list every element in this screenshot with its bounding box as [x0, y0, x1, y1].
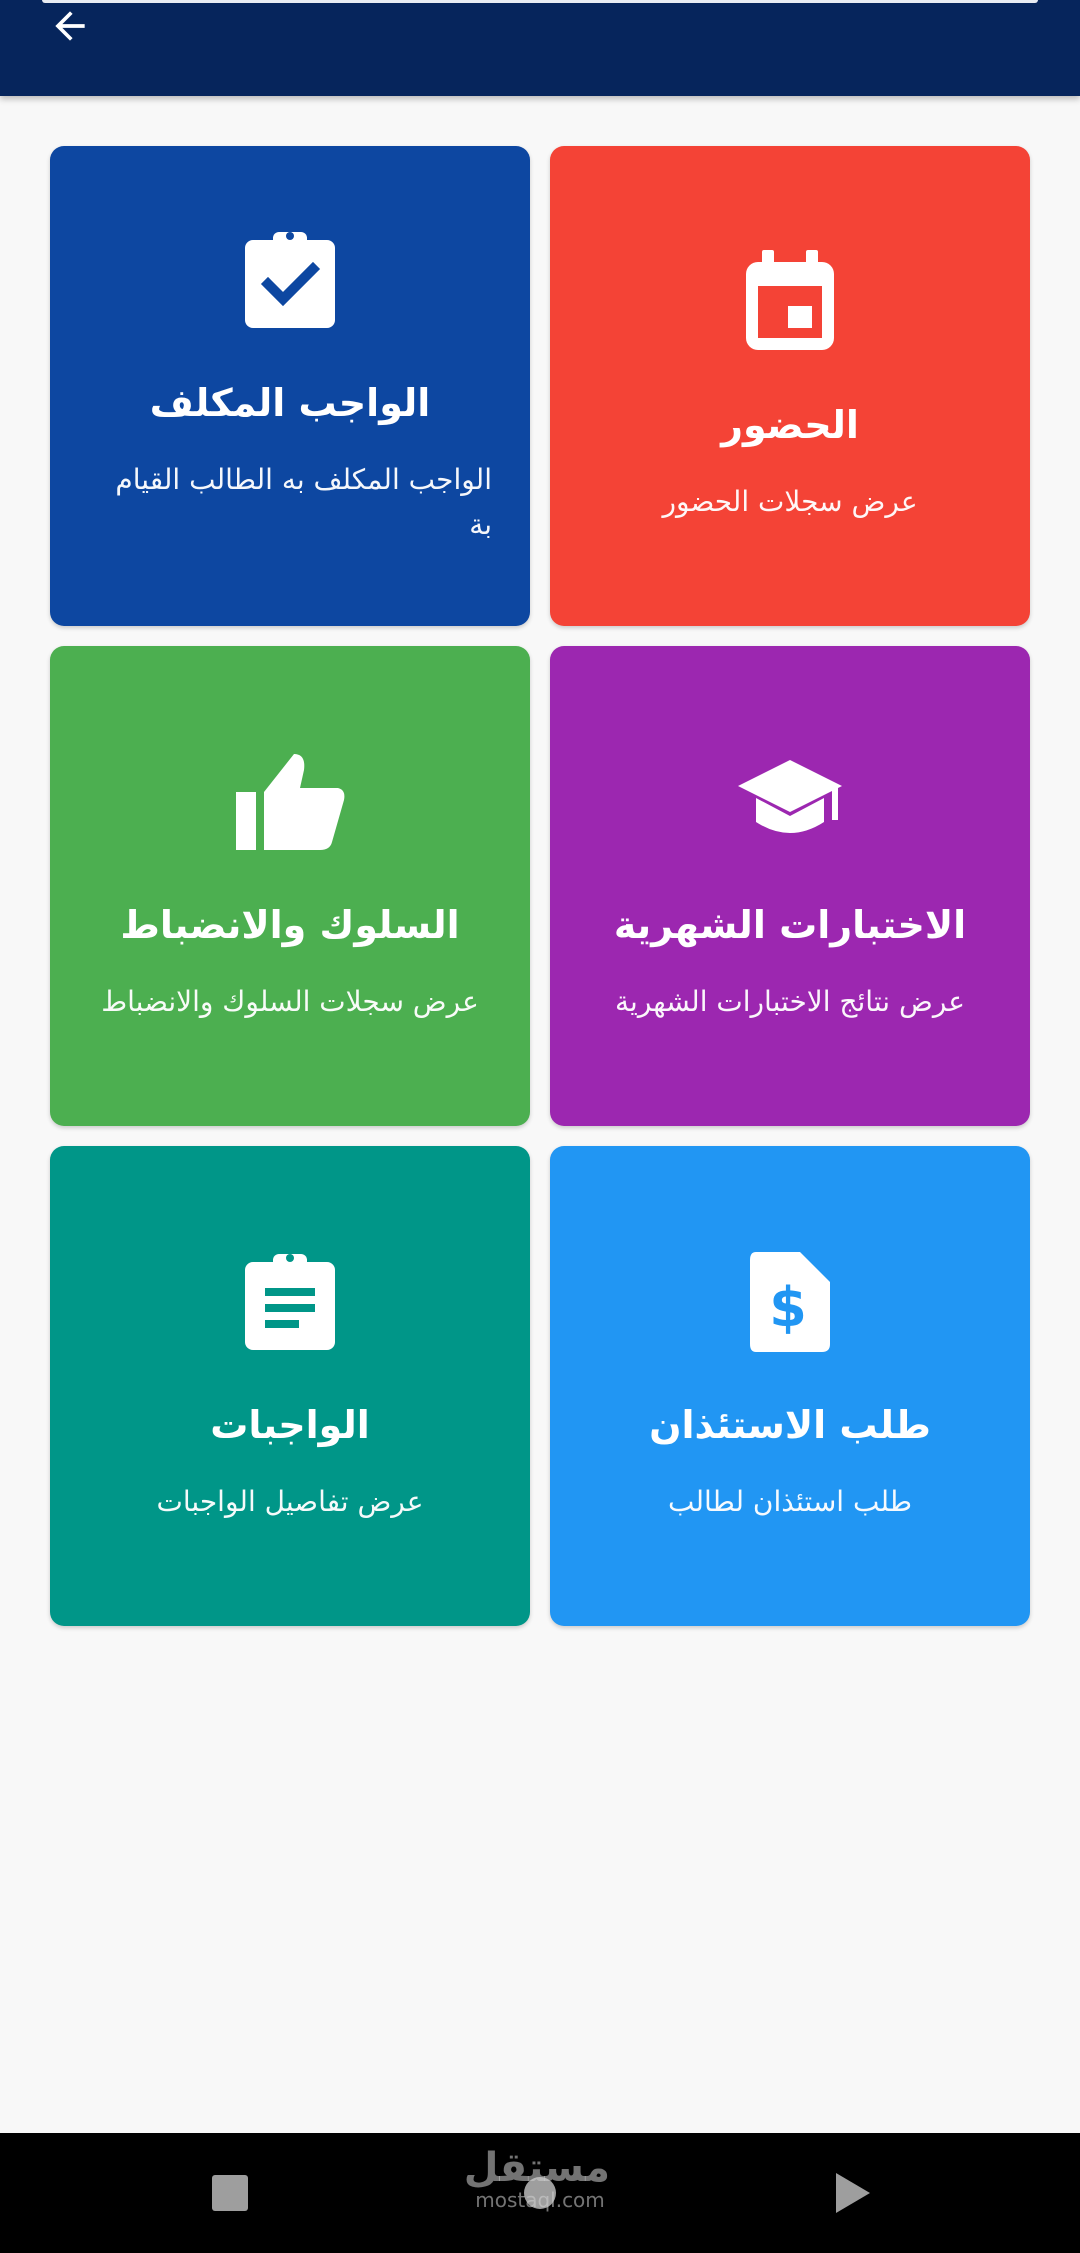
dollar-document-icon: $: [748, 1247, 832, 1357]
graduation-cap-icon: [734, 747, 846, 857]
card-subtitle: طلب استئذان لطالب: [667, 1485, 913, 1519]
card-title: طلب الاستئذان: [649, 1402, 931, 1447]
menu-grid: الحضور عرض سجلات الحضور الواجب المكلف ال…: [50, 146, 1030, 1626]
attendance-card[interactable]: الحضور عرض سجلات الحضور: [550, 146, 1030, 626]
clipboard-text-icon: [243, 1247, 337, 1357]
back-button[interactable]: [40, 0, 100, 52]
calendar-icon: [742, 247, 838, 357]
monthly-exams-card[interactable]: الاختبارات الشهرية عرض نتائج الاختبارات …: [550, 646, 1030, 1126]
assigned-homework-card[interactable]: الواجب المكلف الواجب المكلف به الطالب ال…: [50, 146, 530, 626]
clipboard-check-icon: [243, 225, 337, 335]
top-divider: [42, 0, 1038, 3]
card-subtitle: عرض نتائج الاختبارات الشهرية: [615, 985, 965, 1019]
homework-card[interactable]: الواجبات عرض تفاصيل الواجبات: [50, 1146, 530, 1626]
card-subtitle: الواجب المكلف به الطالب القيام بة: [115, 462, 492, 541]
thumbs-up-icon: [234, 747, 346, 857]
triangle-icon: [836, 2173, 870, 2213]
watermark-latin: mostaql.com: [475, 2188, 605, 2212]
arrow-back-icon: [55, 11, 85, 41]
back-nav-button[interactable]: [832, 2171, 872, 2219]
card-subtitle: عرض سجلات السلوك والانضباط: [101, 985, 479, 1019]
card-title: الواجب المكلف: [149, 380, 431, 425]
card-subtitle: عرض تفاصيل الواجبات: [156, 1485, 424, 1519]
card-title: الحضور: [721, 402, 859, 447]
recents-button[interactable]: [210, 2173, 250, 2217]
square-icon: [212, 2175, 248, 2211]
card-title: السلوك والانضباط: [120, 902, 460, 947]
card-subtitle: عرض سجلات الحضور: [662, 485, 918, 519]
watermark: مستقل mostaql.com: [463, 2145, 610, 2212]
app-bar: [0, 0, 1080, 96]
behavior-card[interactable]: السلوك والانضباط عرض سجلات السلوك والانض…: [50, 646, 530, 1126]
card-title: الاختبارات الشهرية: [613, 902, 967, 947]
svg-text:$: $: [769, 1276, 807, 1339]
permission-request-card[interactable]: $ طلب الاستئذان طلب استئذان لطالب: [550, 1146, 1030, 1626]
card-title: الواجبات: [210, 1402, 370, 1447]
watermark-arabic: مستقل: [463, 2145, 610, 2191]
